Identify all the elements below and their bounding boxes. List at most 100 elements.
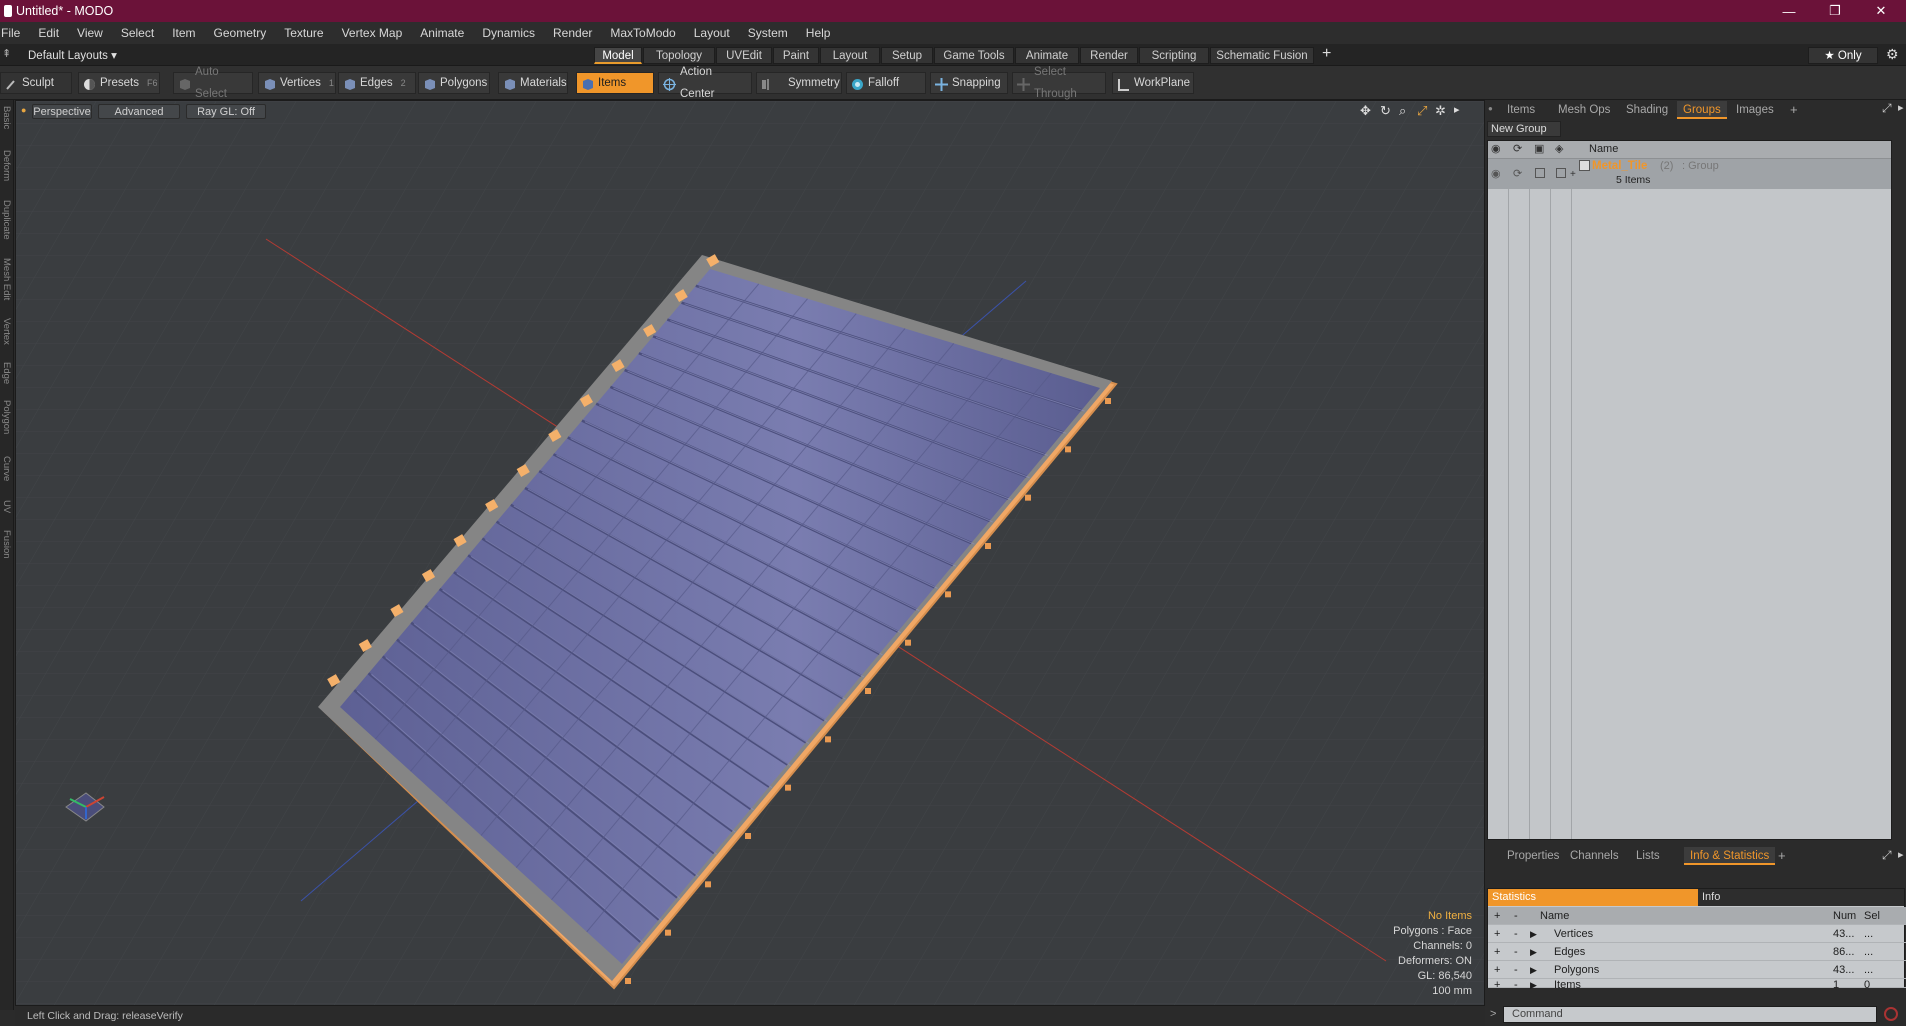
add-panel-tab-button[interactable]: + bbox=[1790, 102, 1798, 117]
zoom-icon[interactable]: ⌕ bbox=[1399, 103, 1406, 119]
close-button[interactable]: ✕ bbox=[1858, 0, 1904, 22]
strip-polygon[interactable]: Polygon bbox=[1, 400, 12, 434]
raygl-button[interactable]: Ray GL: Off bbox=[186, 104, 266, 119]
tab-setup[interactable]: Setup bbox=[881, 47, 933, 64]
menu-maxtomodo[interactable]: MaxToModo bbox=[601, 26, 684, 40]
expand-plus-icon[interactable]: + bbox=[1570, 169, 1576, 180]
action-center-button[interactable]: Action Center bbox=[658, 66, 752, 100]
expand-arrow-icon[interactable]: ▶ bbox=[1530, 943, 1537, 961]
add-tab-button[interactable]: + bbox=[1322, 45, 1331, 63]
row-select-checkbox[interactable] bbox=[1556, 168, 1566, 178]
tab-images[interactable]: Images bbox=[1730, 101, 1780, 119]
strip-mesh-edit[interactable]: Mesh Edit bbox=[1, 258, 12, 300]
statistics-tab[interactable]: Statistics bbox=[1488, 889, 1698, 906]
falloff-button[interactable]: Falloff bbox=[846, 72, 926, 94]
stats-row-edges[interactable]: + - ▶ Edges 86... ... bbox=[1488, 943, 1906, 961]
menu-geometry[interactable]: Geometry bbox=[205, 26, 276, 40]
vertices-button[interactable]: Vertices 1 bbox=[258, 72, 336, 94]
menu-system[interactable]: System bbox=[739, 26, 797, 40]
snapping-button[interactable]: Snapping bbox=[930, 72, 1008, 94]
stats-row-polygons[interactable]: + - ▶ Polygons 43... ... bbox=[1488, 961, 1906, 979]
menu-help[interactable]: Help bbox=[797, 26, 840, 40]
tab-items[interactable]: Items bbox=[1501, 101, 1541, 119]
row-minus[interactable]: - bbox=[1514, 943, 1518, 961]
tab-model[interactable]: Model bbox=[594, 47, 642, 64]
panel-more-icon[interactable]: ▸ bbox=[1898, 101, 1904, 114]
strip-vertex[interactable]: Vertex bbox=[1, 318, 12, 345]
edges-button[interactable]: Edges 2 bbox=[338, 72, 416, 94]
menu-select[interactable]: Select bbox=[112, 26, 163, 40]
strip-curve[interactable]: Curve bbox=[1, 456, 12, 481]
minimize-button[interactable]: — bbox=[1766, 0, 1812, 22]
maximize-button[interactable]: ❐ bbox=[1812, 0, 1858, 22]
row-minus[interactable]: - bbox=[1514, 925, 1518, 943]
items-button[interactable]: Items bbox=[576, 72, 654, 94]
tab-scripting[interactable]: Scripting bbox=[1139, 47, 1209, 64]
new-group-button[interactable]: New Group bbox=[1487, 121, 1561, 137]
info-tab[interactable]: Info bbox=[1698, 889, 1904, 906]
menu-view[interactable]: View bbox=[68, 26, 112, 40]
row-visibility-icon[interactable]: ◉ bbox=[1491, 167, 1501, 180]
gear-icon[interactable]: ⚙ bbox=[1886, 46, 1899, 63]
select-through-button[interactable]: Select Through bbox=[1012, 66, 1106, 100]
stats-more-icon[interactable]: ▸ bbox=[1898, 848, 1904, 861]
menu-texture[interactable]: Texture bbox=[275, 26, 332, 40]
pan-icon[interactable]: ✥ bbox=[1360, 103, 1371, 119]
menu-dynamics[interactable]: Dynamics bbox=[473, 26, 544, 40]
name-column-header[interactable]: Name bbox=[1589, 143, 1618, 155]
command-input[interactable]: Command bbox=[1503, 1006, 1877, 1023]
strip-fusion[interactable]: Fusion bbox=[1, 530, 12, 559]
collapse-all-icon[interactable]: - bbox=[1514, 907, 1518, 925]
tab-properties[interactable]: Properties bbox=[1501, 847, 1565, 865]
advanced-button[interactable]: Advanced bbox=[98, 104, 180, 119]
row-plus[interactable]: + bbox=[1494, 943, 1500, 961]
menu-vertex-map[interactable]: Vertex Map bbox=[333, 26, 412, 40]
stats-row-vertices[interactable]: + - ▶ Vertices 43... ... bbox=[1488, 925, 1906, 943]
row-minus[interactable]: - bbox=[1514, 976, 1518, 994]
menu-animate[interactable]: Animate bbox=[411, 26, 473, 40]
tab-info-statistics[interactable]: Info & Statistics bbox=[1684, 847, 1776, 865]
layout-pin-icon[interactable]: ⇞ bbox=[2, 47, 11, 60]
tab-shading[interactable]: Shading bbox=[1620, 101, 1674, 119]
polygons-button[interactable]: Polygons bbox=[418, 72, 490, 94]
menu-layout[interactable]: Layout bbox=[685, 26, 739, 40]
tab-lists[interactable]: Lists bbox=[1630, 847, 1666, 865]
sculpt-button[interactable]: Sculpt bbox=[0, 72, 72, 94]
menu-file[interactable]: File bbox=[0, 26, 29, 40]
tab-paint[interactable]: Paint bbox=[773, 47, 819, 64]
menu-edit[interactable]: Edit bbox=[29, 26, 68, 40]
strip-deform[interactable]: Deform bbox=[1, 150, 12, 181]
expand-arrow-icon[interactable]: ▶ bbox=[1530, 976, 1537, 994]
auto-select-button[interactable]: Auto Select bbox=[173, 66, 253, 100]
expand-all-icon[interactable]: + bbox=[1494, 907, 1500, 925]
tab-layout[interactable]: Layout bbox=[820, 47, 880, 64]
materials-button[interactable]: Materials bbox=[498, 72, 568, 94]
menu-render[interactable]: Render bbox=[544, 26, 601, 40]
strip-uv[interactable]: UV bbox=[1, 500, 12, 513]
3d-viewport[interactable]: ● Perspective Advanced Ray GL: Off ✥ ↻ ⌕… bbox=[15, 100, 1485, 1006]
tab-mesh-ops[interactable]: Mesh Ops bbox=[1552, 101, 1616, 119]
tab-schematic-fusion[interactable]: Schematic Fusion bbox=[1210, 47, 1314, 64]
rotate-icon[interactable]: ↻ bbox=[1380, 103, 1391, 119]
row-plus[interactable]: + bbox=[1494, 925, 1500, 943]
workplane-button[interactable]: WorkPlane bbox=[1112, 72, 1194, 94]
tab-channels[interactable]: Channels bbox=[1564, 847, 1625, 865]
strip-duplicate[interactable]: Duplicate bbox=[1, 200, 12, 240]
viewport-more-icon[interactable]: ▸ bbox=[1454, 103, 1460, 116]
perspective-button[interactable]: Perspective bbox=[32, 104, 92, 119]
default-layouts-dropdown[interactable]: Default Layouts ▾ bbox=[28, 48, 117, 62]
strip-basic[interactable]: Basic bbox=[1, 106, 12, 129]
expand-panel-icon[interactable]: ⤢ bbox=[1882, 101, 1892, 116]
symmetry-button[interactable]: Symmetry bbox=[756, 72, 842, 94]
only-toggle[interactable]: ★ Only bbox=[1808, 47, 1878, 64]
fit-icon[interactable]: ⤢ bbox=[1417, 103, 1427, 119]
tab-groups[interactable]: Groups bbox=[1677, 101, 1727, 119]
strip-edge[interactable]: Edge bbox=[1, 362, 12, 384]
add-bottom-tab-button[interactable]: + bbox=[1778, 848, 1786, 863]
row-lock-checkbox[interactable] bbox=[1535, 168, 1545, 178]
expand-arrow-icon[interactable]: ▶ bbox=[1530, 925, 1537, 943]
stats-row-items[interactable]: + - ▶ Items 1 0 bbox=[1488, 979, 1906, 991]
presets-button[interactable]: Presets F6 bbox=[78, 72, 160, 94]
row-plus[interactable]: + bbox=[1494, 976, 1500, 994]
tab-game-tools[interactable]: Game Tools bbox=[934, 47, 1014, 64]
